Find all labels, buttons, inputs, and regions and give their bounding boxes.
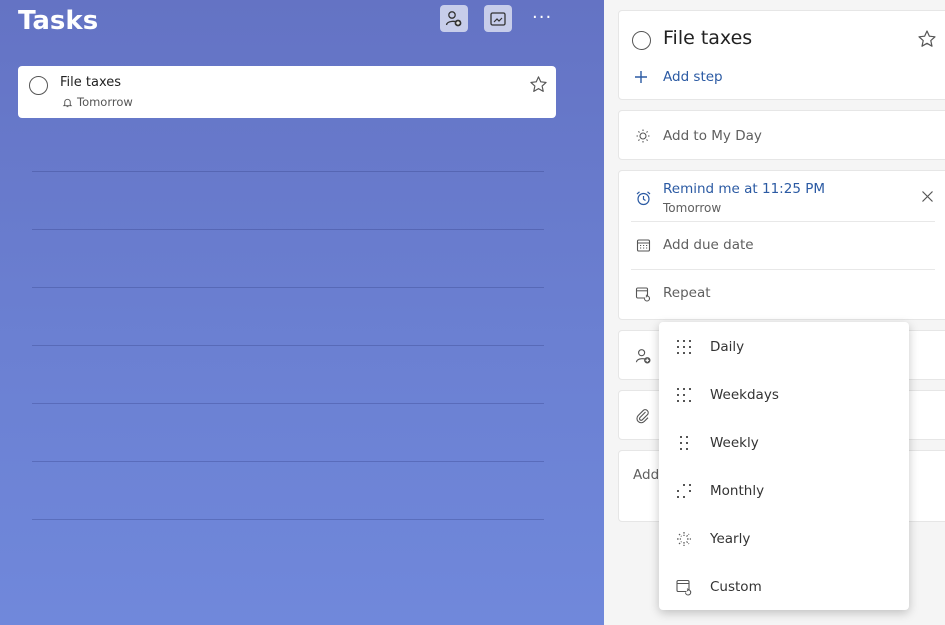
more-options-button[interactable]: ···	[532, 7, 552, 28]
list-ruled-line	[32, 287, 544, 288]
list-ruled-line	[32, 403, 544, 404]
plus-icon	[635, 71, 647, 83]
daily-grid-icon	[677, 340, 691, 354]
repeat-option-monthly[interactable]: Monthly	[659, 467, 909, 515]
reminder-title: Remind me at 11:25 PM	[663, 181, 825, 197]
repeat-option-weekdays[interactable]: Weekdays	[659, 371, 909, 419]
calendar-repeat-icon	[676, 579, 692, 596]
add-due-date-label: Add due date	[663, 237, 754, 253]
list-ruled-line	[32, 519, 544, 520]
list-ruled-line	[32, 171, 544, 172]
task-list-pane: Tasks ··· File taxes Tomorrow	[0, 0, 604, 625]
share-list-button[interactable]	[440, 5, 468, 32]
task-title: File taxes	[60, 75, 122, 90]
repeat-option-yearly[interactable]: Yearly	[659, 515, 909, 563]
list-ruled-line	[32, 229, 544, 230]
weekdays-grid-icon	[677, 388, 691, 402]
menu-option-label: Monthly	[710, 483, 765, 499]
add-step-label: Add step	[663, 69, 723, 85]
task-item[interactable]: File taxes Tomorrow	[18, 66, 556, 118]
menu-option-label: Weekly	[710, 435, 759, 451]
task-reminder: Tomorrow	[62, 95, 133, 109]
complete-task-checkbox[interactable]	[632, 31, 651, 50]
menu-option-label: Daily	[710, 339, 745, 355]
monthly-grid-icon	[677, 484, 691, 498]
star-icon[interactable]	[917, 29, 937, 49]
star-icon[interactable]	[529, 75, 548, 94]
add-to-my-day-button[interactable]: Add to My Day	[618, 110, 945, 160]
add-due-date-button[interactable]: Add due date	[619, 222, 939, 269]
repeat-menu: Daily Weekdays Weekly Monthly Yearly Cus…	[659, 322, 909, 610]
menu-option-label: Weekdays	[710, 387, 779, 403]
theme-picture-icon	[490, 11, 506, 26]
alarm-clock-icon	[633, 188, 653, 208]
sun-icon	[633, 126, 653, 146]
list-title: Tasks	[18, 6, 99, 36]
repeat-option-daily[interactable]: Daily	[659, 323, 909, 371]
reminder-row[interactable]: Remind me at 11:25 PM Tomorrow	[619, 171, 939, 221]
schedule-card: Remind me at 11:25 PM Tomorrow Add due d…	[618, 170, 945, 320]
close-icon[interactable]	[921, 190, 934, 203]
repeat-option-custom[interactable]: Custom	[659, 563, 909, 611]
note-placeholder: Add	[633, 467, 660, 483]
detail-task-title[interactable]: File taxes	[663, 27, 752, 49]
list-ruled-line	[32, 461, 544, 462]
sparkle-icon	[677, 532, 691, 546]
list-ruled-line	[32, 345, 544, 346]
person-add-icon	[445, 10, 462, 26]
task-reminder-text: Tomorrow	[77, 95, 133, 109]
complete-task-checkbox[interactable]	[29, 76, 48, 95]
menu-option-label: Custom	[710, 579, 762, 595]
bell-icon	[62, 98, 73, 107]
calendar-icon	[633, 235, 653, 255]
repeat-label: Repeat	[663, 285, 711, 301]
paperclip-icon	[633, 406, 653, 426]
change-theme-button[interactable]	[484, 5, 512, 32]
weekly-grid-icon	[680, 436, 688, 450]
person-add-icon	[633, 346, 653, 366]
task-title-card: File taxes Add step	[618, 10, 945, 100]
calendar-repeat-icon	[633, 284, 653, 304]
add-to-my-day-label: Add to My Day	[663, 128, 762, 144]
reminder-subtitle: Tomorrow	[663, 201, 722, 215]
repeat-button[interactable]: Repeat	[619, 270, 939, 318]
menu-option-label: Yearly	[710, 531, 751, 547]
repeat-option-weekly[interactable]: Weekly	[659, 419, 909, 467]
add-step-button[interactable]: Add step	[619, 67, 939, 89]
